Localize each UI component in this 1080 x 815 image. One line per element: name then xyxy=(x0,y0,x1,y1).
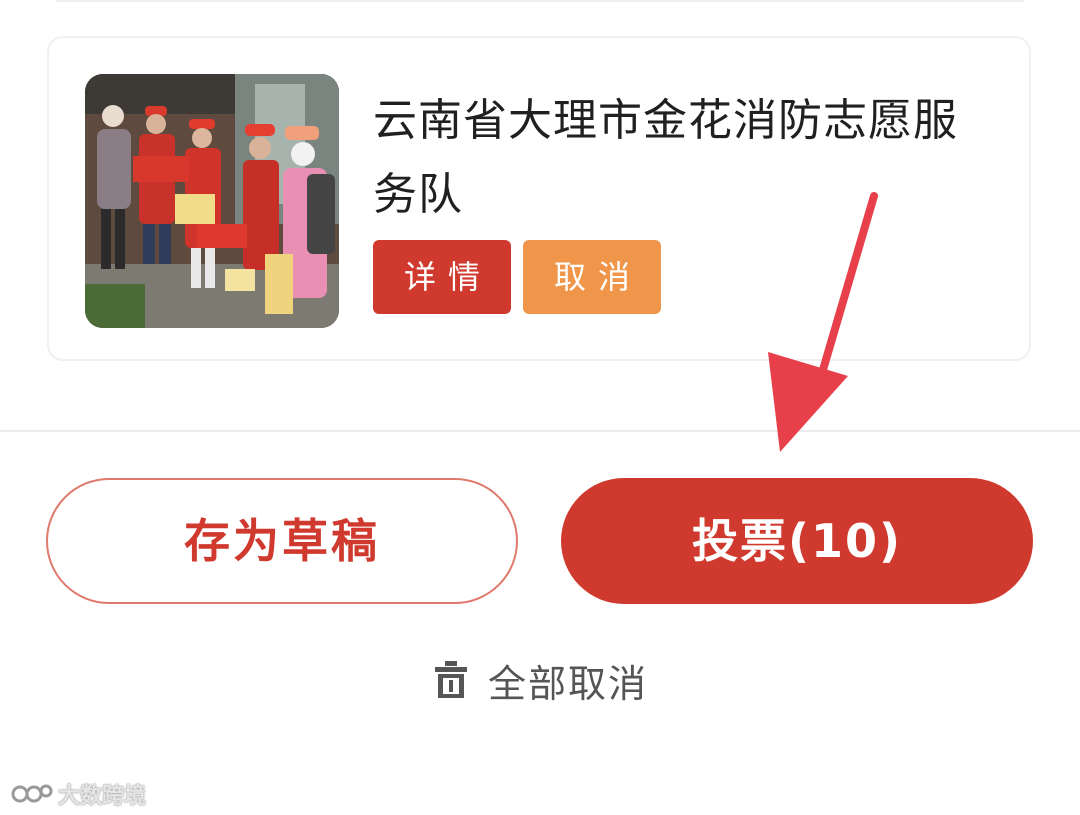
watermark-logo-icon xyxy=(10,783,58,805)
team-photo xyxy=(85,74,339,328)
clear-all-button[interactable]: 全部取消 xyxy=(434,652,648,708)
save-draft-button[interactable]: 存为草稿 xyxy=(46,478,518,604)
watermark: 大数跨境 xyxy=(10,778,146,810)
vote-page: 云南省大理市金花消防志愿服务队 详情 取消 存为草稿 投票(10) 全部取消 大… xyxy=(0,0,1080,815)
top-divider xyxy=(56,0,1024,2)
vote-button[interactable]: 投票(10) xyxy=(561,478,1033,604)
clear-all-label: 全部取消 xyxy=(488,661,649,706)
team-name: 云南省大理市金花消防志愿服务队 xyxy=(373,95,958,220)
cancel-button[interactable]: 取消 xyxy=(523,240,661,314)
section-divider xyxy=(0,430,1080,432)
trash-icon xyxy=(434,660,468,700)
team-card: 云南省大理市金花消防志愿服务队 详情 取消 xyxy=(47,36,1031,361)
detail-button[interactable]: 详情 xyxy=(373,240,511,314)
watermark-text: 大数跨境 xyxy=(58,784,147,809)
